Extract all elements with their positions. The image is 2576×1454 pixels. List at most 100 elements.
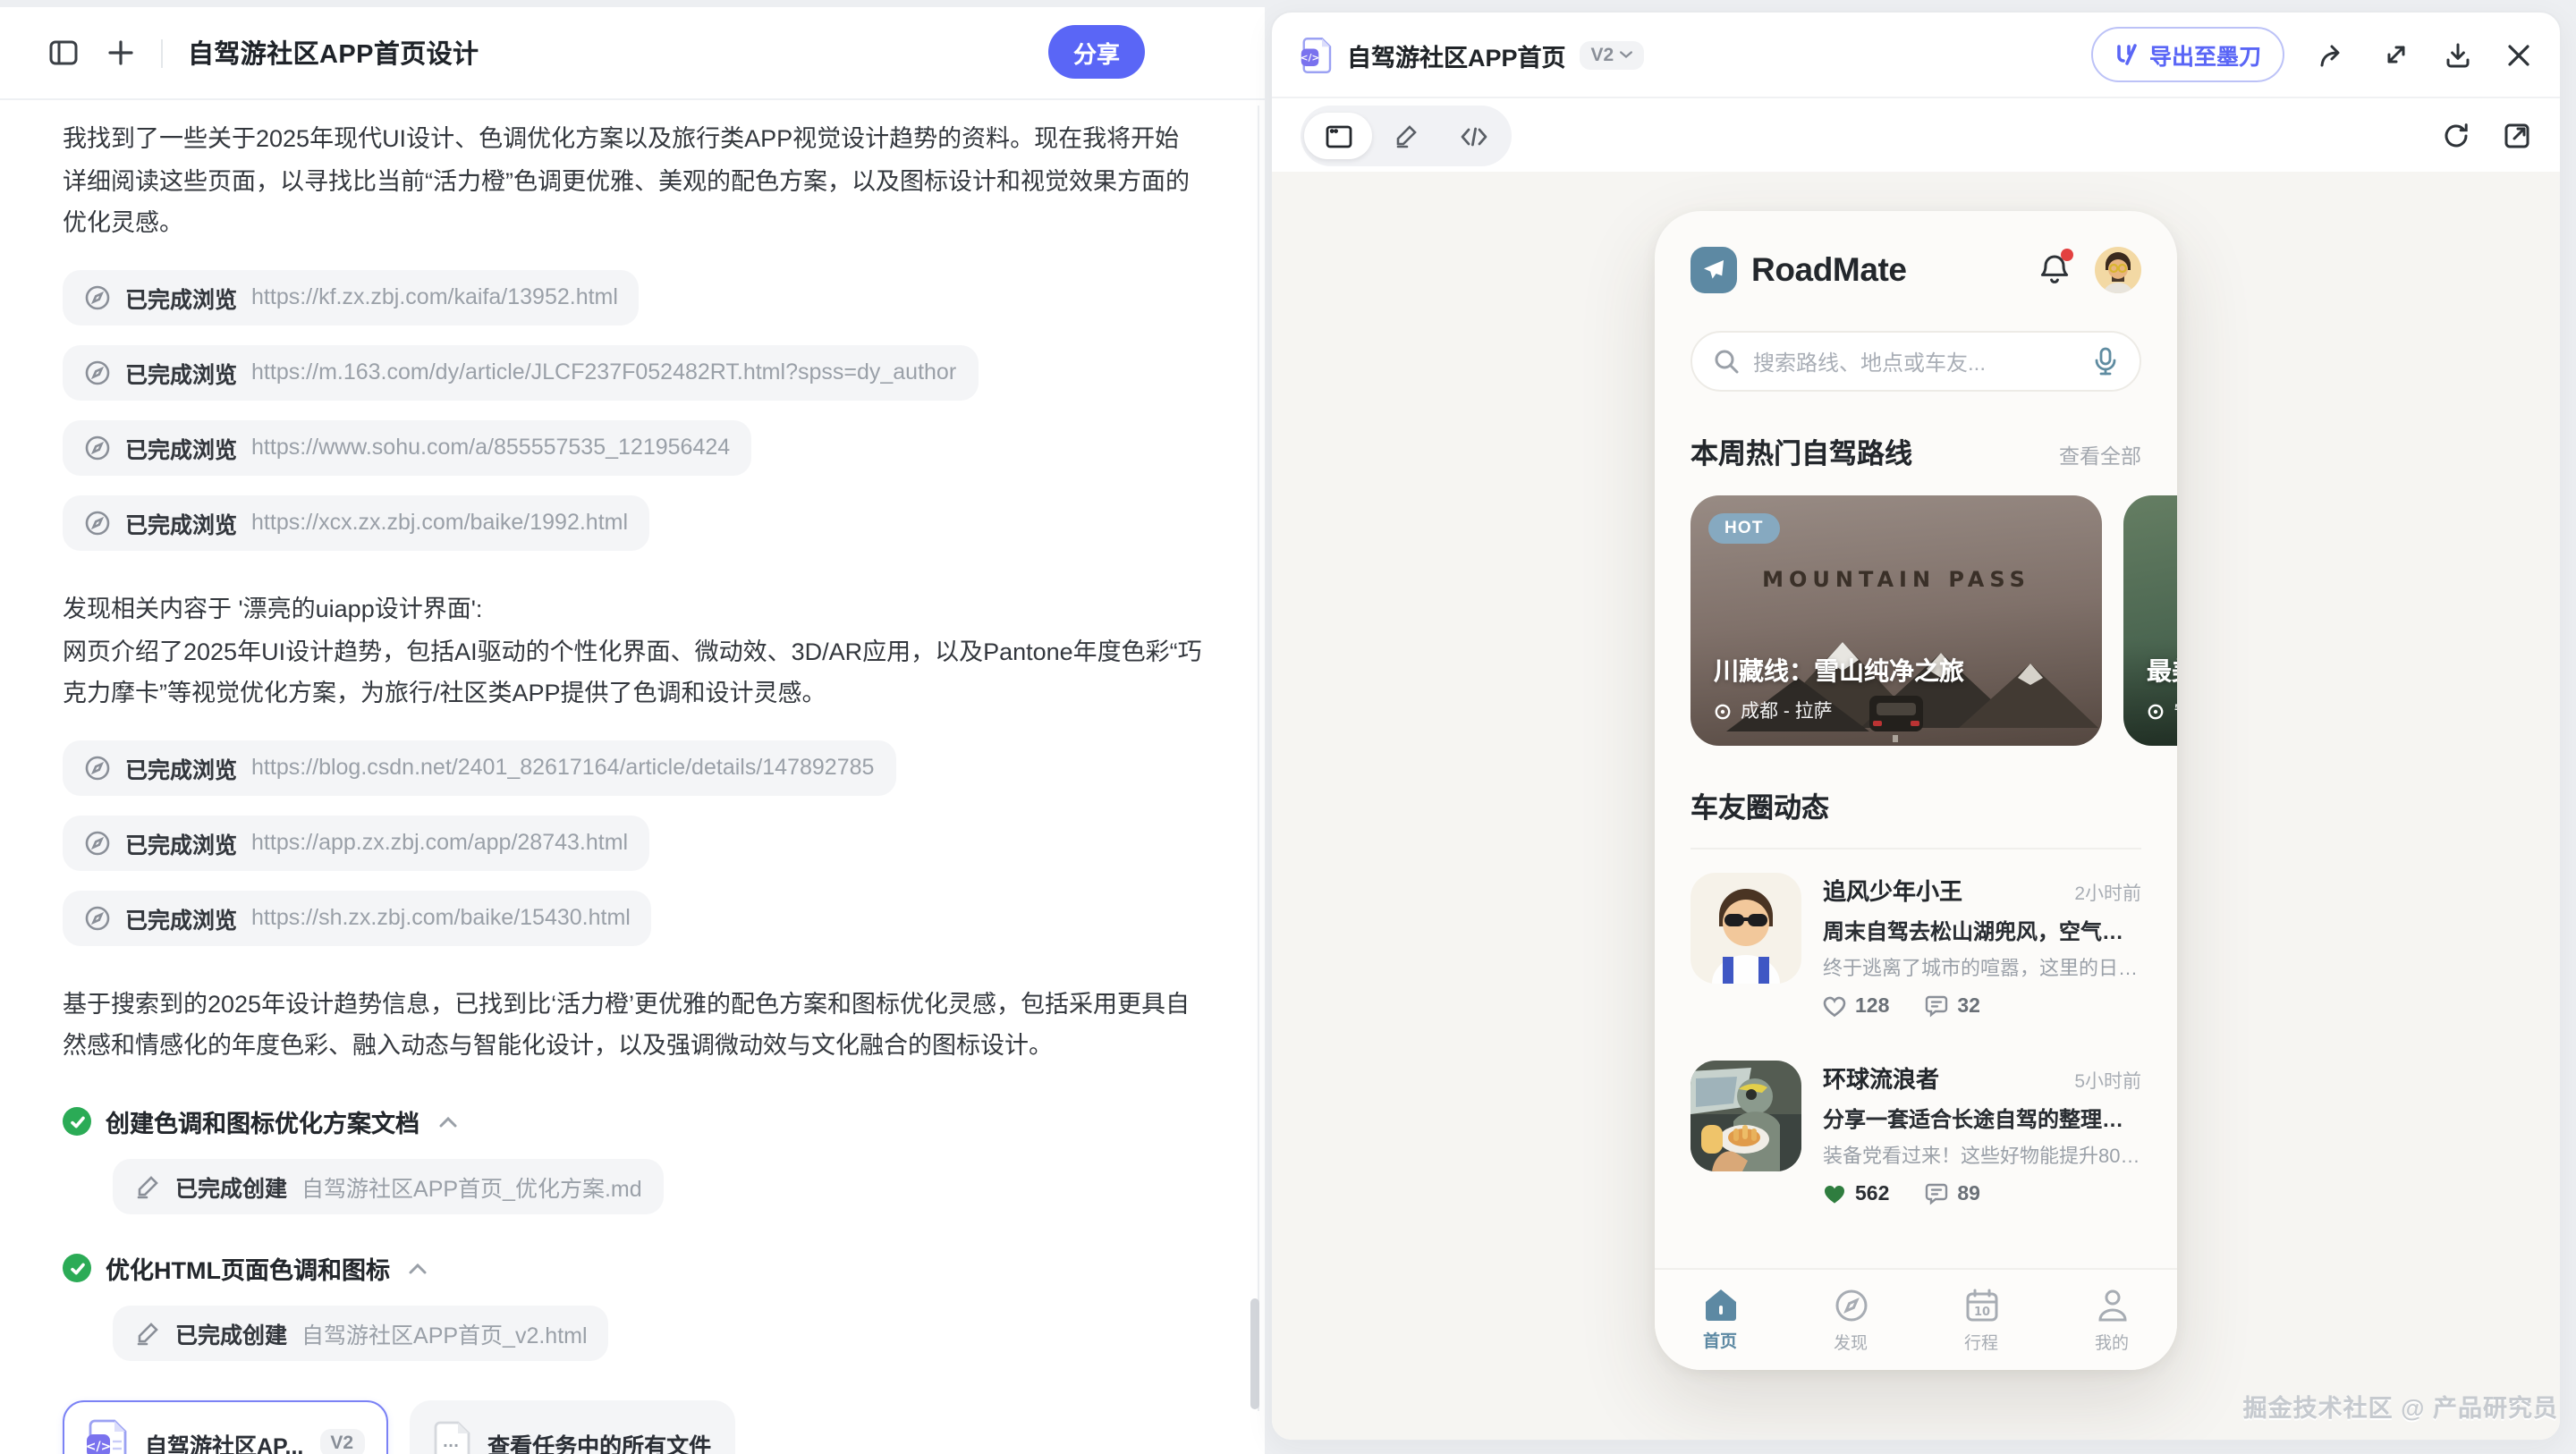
refresh-icon[interactable]	[2442, 122, 2470, 150]
like-count: 128	[1855, 995, 1889, 1017]
route-card-chuanzang[interactable]: HOT MOUNTAIN PASS	[1690, 495, 2102, 746]
created-file-chip[interactable]: 已完成创建 自驾游社区APP首页_v2.html	[113, 1306, 609, 1361]
comment-count: 89	[1957, 1183, 1980, 1205]
code-file-icon: </>	[86, 1418, 129, 1454]
feed-section-title: 车友圈动态	[1690, 787, 1829, 826]
version-label: V2	[1591, 44, 1614, 65]
like-button[interactable]: 562	[1823, 1183, 1889, 1205]
preview-mode-tab[interactable]	[1304, 113, 1372, 159]
app-logo	[1690, 247, 1737, 293]
version-selector[interactable]: V2	[1580, 40, 1645, 69]
html-file-card[interactable]: </> 自驾游社区AP... V2	[63, 1400, 387, 1454]
community-watermark: 掘金技术社区 @ 产品研究员	[2243, 1388, 2558, 1424]
assistant-paragraph: 基于搜索到的2025年设计趋势信息，已找到比‘活力橙’更优雅的配色方案和图标优化…	[63, 984, 1202, 1069]
browsed-link-chip[interactable]: 已完成浏览 https://sh.zx.zbj.com/baike/15430.…	[63, 891, 652, 946]
modao-logo-icon	[2115, 43, 2139, 66]
browsed-url: https://xcx.zx.zbj.com/baike/1992.html	[251, 511, 628, 536]
poster-avatar[interactable]	[1690, 1061, 1801, 1171]
task-item[interactable]: 创建色调和图标优化方案文档	[63, 1103, 1202, 1139]
phone-mockup: RoadMate	[1655, 211, 2177, 1370]
feed-post[interactable]: 追风少年小王 2小时前 周末自驾去松山湖兜风，空气真的太... 终于逃离了城市的…	[1690, 850, 2141, 1037]
browse-status-label: 已完成浏览	[125, 356, 237, 390]
browsed-link-chip[interactable]: 已完成浏览 https://www.sohu.com/a/855557535_1…	[63, 420, 751, 476]
created-file-chip[interactable]: 已完成创建 自驾游社区APP首页_优化方案.md	[113, 1159, 664, 1214]
nav-itinerary[interactable]: 10 行程	[1916, 1287, 2046, 1353]
chat-scroll-area[interactable]: 我找到了一些关于2025年现代UI设计、色调优化方案以及旅行类APP视觉设计趋势…	[0, 100, 1265, 1454]
view-mode-segment	[1301, 106, 1512, 166]
task-item[interactable]: 优化HTML页面色调和图标	[63, 1250, 1202, 1286]
poster-avatar[interactable]	[1690, 873, 1801, 984]
check-circle-icon	[63, 1107, 91, 1136]
sidebar-icon	[47, 38, 78, 68]
preview-header: </> 自驾游社区APP首页 V2 导出至墨刀	[1272, 13, 2560, 98]
comment-button[interactable]: 89	[1925, 1182, 1980, 1205]
route-location: 成都 - 拉萨	[1714, 697, 1833, 724]
chat-panel: 自驾游社区APP首页设计 分享 我找到了一些关于2025年现代UI设计、色调优化…	[0, 7, 1265, 1454]
created-file-row: 已完成创建 自驾游社区APP首页_优化方案.md	[113, 1159, 1202, 1214]
browsed-link-chip[interactable]: 已完成浏览 https://blog.csdn.net/2401_8261716…	[63, 740, 895, 796]
notification-dot	[2061, 249, 2073, 261]
browsed-link-chip[interactable]: 已完成浏览 https://m.163.com/dy/article/JLCF2…	[63, 345, 978, 401]
poster-name[interactable]: 追风少年小王	[1823, 873, 1962, 907]
check-circle-icon	[63, 1254, 91, 1282]
edit-mode-tab[interactable]	[1372, 113, 1440, 159]
chat-scrollbar-track	[1258, 106, 1259, 1411]
post-title[interactable]: 周末自驾去松山湖兜风，空气真的太...	[1823, 916, 2141, 946]
export-label: 导出至墨刀	[2149, 38, 2261, 72]
app-header: RoadMate	[1690, 247, 2141, 293]
chevron-up-icon[interactable]	[437, 1115, 457, 1128]
mountain-pass-sign: MOUNTAIN PASS	[1690, 567, 2102, 592]
pencil-icon	[1394, 123, 1419, 148]
view-all-link[interactable]: 查看全部	[2059, 442, 2141, 470]
expand-icon[interactable]	[2383, 41, 2410, 68]
discovery-line: 发现相关内容于 '漂亮的uiapp设计界面':	[63, 588, 1202, 630]
comment-icon	[1925, 994, 1948, 1018]
feed-post[interactable]: 环球流浪者 5小时前 分享一套适合长途自驾的整理清单 装备党看过来！这些好物能提…	[1690, 1037, 2141, 1225]
location-target-icon	[2147, 702, 2165, 720]
like-count: 562	[1855, 1183, 1889, 1205]
avatar-illustration	[1690, 873, 1801, 984]
svg-text:</>: </>	[86, 1440, 111, 1454]
microphone-icon[interactable]	[2093, 347, 2118, 376]
post-time: 2小时前	[2074, 880, 2141, 907]
sidebar-toggle-button[interactable]	[39, 30, 86, 76]
browsed-url: https://kf.zx.zbj.com/kaifa/13952.html	[251, 285, 618, 310]
chat-scrollbar-thumb[interactable]	[1250, 1298, 1259, 1409]
compass-icon	[84, 905, 111, 932]
download-icon[interactable]	[2444, 40, 2472, 69]
browsed-link-chip[interactable]: 已完成浏览 https://xcx.zx.zbj.com/baike/1992.…	[63, 495, 649, 551]
poster-name[interactable]: 环球流浪者	[1823, 1061, 1939, 1095]
nav-profile[interactable]: 我的	[2046, 1287, 2177, 1353]
share-forward-icon[interactable]	[2318, 40, 2349, 69]
hot-badge: HOT	[1708, 513, 1780, 544]
compass-icon	[1833, 1287, 1868, 1323]
nav-home[interactable]: 首页	[1655, 1288, 1785, 1352]
browsed-link-chip[interactable]: 已完成浏览 https://app.zx.zbj.com/app/28743.h…	[63, 816, 649, 871]
plus-icon	[106, 39, 133, 66]
code-mode-tab[interactable]	[1440, 113, 1508, 159]
user-avatar[interactable]	[2095, 247, 2141, 293]
app-window: 自驾游社区APP首页设计 分享 我找到了一些关于2025年现代UI设计、色调优化…	[0, 0, 2576, 1454]
open-external-icon[interactable]	[2503, 122, 2531, 150]
share-button[interactable]: 分享	[1048, 25, 1145, 79]
app-brand-name: RoadMate	[1751, 250, 1907, 290]
browse-status-label: 已完成浏览	[125, 431, 237, 465]
new-task-button[interactable]	[97, 30, 143, 76]
browsed-link-chip[interactable]: 已完成浏览 https://kf.zx.zbj.com/kaifa/13952.…	[63, 270, 640, 325]
comment-button[interactable]: 32	[1925, 994, 1980, 1018]
hot-routes-carousel[interactable]: HOT MOUNTAIN PASS	[1690, 495, 2141, 746]
browsed-url: https://blog.csdn.net/2401_82617164/arti…	[251, 756, 874, 781]
nav-discover[interactable]: 发现	[1785, 1287, 1916, 1353]
all-files-card[interactable]: ··· 查看任务中的所有文件	[409, 1400, 734, 1454]
export-to-modao-button[interactable]: 导出至墨刀	[2092, 27, 2284, 82]
browsed-url: https://app.zx.zbj.com/app/28743.html	[251, 831, 628, 856]
version-badge: V2	[319, 1429, 364, 1454]
files-icon: ···	[432, 1419, 471, 1454]
like-button[interactable]: 128	[1823, 995, 1889, 1017]
chevron-up-icon[interactable]	[408, 1262, 428, 1274]
close-icon[interactable]	[2506, 42, 2531, 67]
post-title[interactable]: 分享一套适合长途自驾的整理清单	[1823, 1103, 2141, 1134]
route-card-partial[interactable]: 最美 宁	[2123, 495, 2177, 746]
search-bar[interactable]: 搜索路线、地点或车友...	[1690, 331, 2141, 392]
notifications-button[interactable]	[2038, 252, 2072, 288]
